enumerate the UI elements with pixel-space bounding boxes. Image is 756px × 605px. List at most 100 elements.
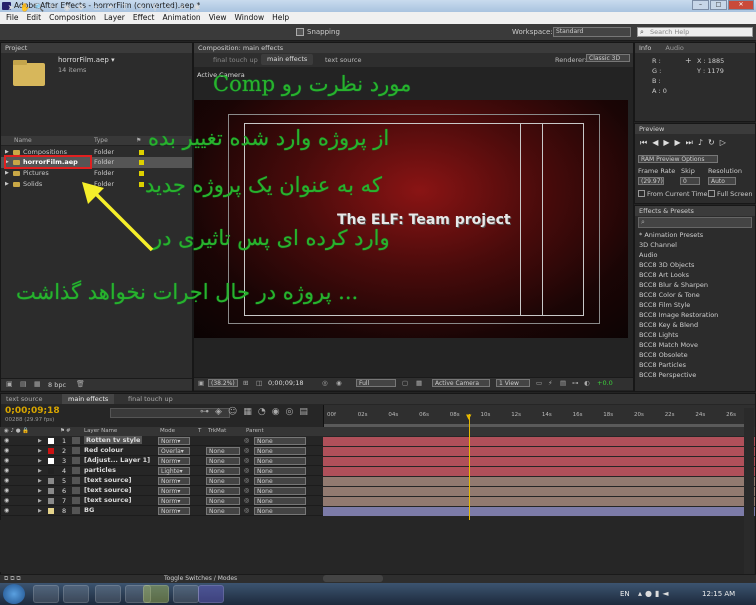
pick-whip-icon[interactable]: ◎ — [244, 487, 249, 494]
trkmat-select[interactable]: None — [206, 467, 240, 475]
selection-tool-icon[interactable]: ➤ — [6, 3, 16, 13]
blend-mode-select[interactable]: Norm▾ — [158, 487, 190, 495]
show-channel-icon[interactable]: ◉ — [336, 379, 342, 387]
toggle-switches-modes-button[interactable]: Toggle Switches / Modes — [164, 575, 237, 582]
bit-depth-button[interactable]: 8 bpc — [48, 381, 66, 389]
tab-audio[interactable]: Audio — [665, 44, 683, 52]
minimize-button[interactable]: – — [692, 0, 709, 10]
parent-select[interactable]: None — [254, 457, 306, 465]
column-type[interactable]: Type — [94, 137, 108, 144]
expand-arrow-icon[interactable]: ▶ — [38, 488, 42, 494]
parent-select[interactable]: None — [254, 467, 306, 475]
menu-window[interactable]: Window — [231, 12, 269, 24]
layer-name[interactable]: [text source] — [84, 476, 131, 484]
audio-icon[interactable]: ♪ — [698, 138, 708, 147]
skip-select[interactable]: 0 — [680, 177, 700, 185]
label-color-swatch[interactable] — [139, 150, 144, 155]
menu-file[interactable]: File — [2, 12, 23, 24]
project-file-name[interactable]: horrorFilm.aep ▾ — [58, 56, 115, 64]
grid-icon[interactable]: ⊞ — [243, 379, 248, 387]
effect-category-item[interactable]: BCC8 3D Objects — [635, 261, 694, 271]
layer-name[interactable]: [text source] — [84, 496, 131, 504]
effect-category-item[interactable]: BCC8 Art Looks — [635, 271, 689, 281]
brush-tool-icon[interactable]: ✎ — [136, 3, 146, 13]
ram-preview-icon[interactable]: ▷ — [720, 138, 731, 147]
camera-tool-icon[interactable]: ◉ — [62, 3, 72, 13]
eye-icon[interactable]: ◉ — [4, 437, 9, 444]
parent-select[interactable]: None — [254, 477, 306, 485]
parent-select[interactable]: None — [254, 437, 306, 445]
taskbar-explorer-icon[interactable] — [63, 585, 89, 603]
taskbar-photoshop-icon[interactable] — [173, 585, 199, 603]
pick-whip-icon[interactable]: ◎ — [244, 457, 249, 464]
blend-mode-select[interactable]: Lighte▾ — [158, 467, 190, 475]
blend-mode-select[interactable]: Norm▾ — [158, 507, 190, 515]
pick-whip-icon[interactable]: ◎ — [244, 447, 249, 454]
current-time-indicator[interactable] — [469, 414, 470, 520]
column-name[interactable]: Name — [14, 137, 32, 144]
parent-select[interactable]: None — [254, 507, 306, 515]
layer-duration-bar[interactable] — [323, 467, 755, 476]
layer-color-swatch[interactable] — [48, 458, 54, 464]
timeline-scrollbar[interactable] — [744, 408, 754, 574]
eye-icon[interactable]: ◉ — [4, 507, 9, 514]
parent-select[interactable]: None — [254, 497, 306, 505]
effect-category-item[interactable]: BCC8 Blur & Sharpen — [635, 281, 708, 291]
effect-category-item[interactable]: 3D Channel — [635, 241, 677, 251]
layer-color-swatch[interactable] — [48, 508, 54, 514]
expand-arrow-icon[interactable]: ▶ — [38, 498, 42, 504]
current-time-display[interactable]: 0;00;09;18 — [268, 379, 304, 387]
puppet-pin-icon[interactable]: ✱ — [192, 3, 202, 13]
layer-color-swatch[interactable] — [48, 468, 54, 474]
always-preview-icon[interactable]: ▣ — [198, 379, 204, 387]
layer-duration-bar[interactable] — [323, 497, 755, 506]
effect-category-item[interactable]: BCC8 Color & Tone — [635, 291, 700, 301]
rotate-tool-icon[interactable]: ↻ — [48, 3, 58, 13]
shy-icon[interactable]: ☺ — [228, 407, 243, 417]
first-frame-icon[interactable]: ⏮ — [640, 138, 652, 147]
menu-composition[interactable]: Composition — [45, 12, 100, 24]
taskbar-firefox-icon[interactable] — [33, 585, 59, 603]
layer-duration-bar[interactable] — [323, 437, 755, 446]
tab-project[interactable]: Project — [1, 43, 192, 53]
layer-name[interactable]: particles — [84, 466, 116, 474]
expand-arrow-icon[interactable]: ▶ — [38, 508, 42, 514]
effect-category-item[interactable]: BCC8 Obsolete — [635, 351, 688, 361]
mask-visibility-icon[interactable]: ◫ — [256, 379, 262, 387]
menu-edit[interactable]: Edit — [23, 12, 46, 24]
blend-mode-select[interactable]: Norm▾ — [158, 437, 190, 445]
trkmat-select[interactable]: None — [206, 457, 240, 465]
tab-composition[interactable]: Composition: main effects — [194, 43, 633, 53]
subtab-final-touch-up[interactable]: final touch up — [213, 56, 258, 64]
loop-icon[interactable]: ↻ — [708, 138, 720, 147]
trkmat-select[interactable]: None — [206, 497, 240, 505]
menu-animation[interactable]: Animation — [158, 12, 204, 24]
from-current-checkbox[interactable] — [638, 190, 645, 197]
layer-duration-bar[interactable] — [323, 487, 755, 496]
eye-icon[interactable]: ◉ — [4, 447, 9, 454]
roto-brush-icon[interactable]: ✍ — [178, 3, 188, 13]
workspace-select[interactable]: Standard — [553, 27, 631, 37]
effect-category-item[interactable]: Audio — [635, 251, 657, 261]
effect-category-item[interactable]: BCC8 Film Style — [635, 301, 690, 311]
timeline-layer-row[interactable]: ◉ ▶ 4 particles Lighte▾ None ◎ None — [0, 466, 323, 476]
motion-blur-icon[interactable]: ◔ — [258, 407, 272, 417]
label-color-swatch[interactable] — [139, 171, 144, 176]
maximize-button[interactable]: □ — [710, 0, 727, 10]
effect-category-item[interactable]: BCC8 Lights — [635, 331, 678, 341]
reset-exposure-icon[interactable]: ◐ — [584, 379, 590, 387]
brainstorm-icon[interactable]: ◉ — [272, 407, 286, 417]
eye-icon[interactable]: ◉ — [4, 457, 9, 464]
trkmat-select[interactable]: None — [206, 447, 240, 455]
eye-icon[interactable]: ◉ — [4, 487, 9, 494]
exposure-value[interactable]: +0.0 — [597, 379, 613, 387]
eye-icon[interactable]: ◉ — [4, 477, 9, 484]
pen-tool-icon[interactable]: ✒ — [106, 3, 116, 13]
draft-3d-icon[interactable]: ◈ — [215, 407, 228, 417]
effects-search-input[interactable] — [638, 217, 752, 228]
cti-head-icon[interactable]: ▼ — [466, 413, 471, 421]
timeline-layer-row[interactable]: ◉ ▶ 3 [Adjust... Layer 1] Norm▾ None ◎ None — [0, 456, 323, 466]
effect-category-item[interactable]: BCC8 Key & Blend — [635, 321, 698, 331]
subtab-main-effects[interactable]: main effects — [261, 54, 314, 65]
ram-preview-options-select[interactable]: RAM Preview Options — [638, 155, 718, 163]
